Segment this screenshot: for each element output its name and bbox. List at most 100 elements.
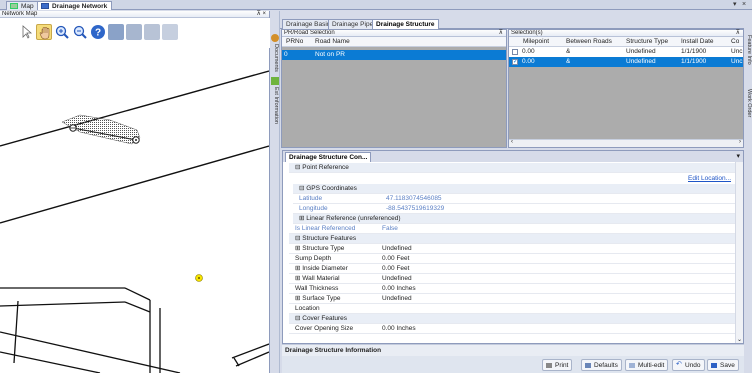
table-row[interactable]: 0.00 & Undefined 1/1/1900 Unc bbox=[509, 57, 743, 67]
undo-icon: ↶ bbox=[676, 361, 682, 368]
install-date-cell: 1/1/1900 bbox=[681, 48, 707, 55]
map-canvas[interactable] bbox=[0, 48, 269, 373]
scroll-left-icon[interactable]: ‹ bbox=[511, 139, 513, 145]
co-cell: Unc bbox=[731, 48, 743, 55]
row-checkbox[interactable] bbox=[512, 59, 518, 65]
network-map-header: Network Map ⊼ × bbox=[0, 11, 269, 18]
scroll-right-icon[interactable]: › bbox=[739, 139, 741, 145]
info-title-bar: Drainage Structure Information bbox=[282, 344, 744, 356]
property-row[interactable]: ⊟ Structure Features bbox=[289, 234, 735, 244]
property-row[interactable]: ⊞ Structure Type Undefined bbox=[289, 244, 735, 254]
print-button[interactable]: Print bbox=[542, 359, 573, 371]
tab-drainage-basin[interactable]: Drainage Basin bbox=[282, 19, 335, 29]
tab-drainage-network[interactable]: Drainage Network bbox=[37, 1, 113, 10]
property-row[interactable]: Sump Depth 0.00 Feet bbox=[289, 254, 735, 264]
properties-tabstrip: Drainage Structure Con... ▾ bbox=[283, 151, 743, 162]
road-network-drawing bbox=[0, 70, 269, 373]
row-checkbox[interactable] bbox=[512, 49, 518, 55]
right-side-tab-strip: Feature Info Work Order bbox=[744, 29, 752, 149]
column-road-name[interactable]: Road Name bbox=[315, 37, 350, 47]
layer-icon-1[interactable] bbox=[108, 24, 124, 40]
table-row[interactable]: 0 Not on PR bbox=[282, 50, 506, 60]
install-date-cell: 1/1/1900 bbox=[681, 58, 707, 65]
pr-road-header: PR/Road Selection ⊼ bbox=[282, 30, 506, 37]
svg-text:?: ? bbox=[95, 28, 101, 39]
side-tab-work-order[interactable]: Work Order bbox=[744, 89, 752, 117]
save-button[interactable]: Save bbox=[707, 359, 739, 371]
structure-type-cell: Undefined bbox=[626, 48, 656, 55]
property-row[interactable]: ⊞ Linear Reference (unreferenced) bbox=[293, 214, 735, 224]
column-between-roads[interactable]: Between Roads bbox=[566, 37, 612, 47]
property-row[interactable]: ⊟ Cover Features bbox=[289, 314, 735, 324]
property-row[interactable]: ⊞ Surface Type Undefined bbox=[289, 294, 735, 304]
property-row[interactable]: ⊞ Wall Material Undefined bbox=[289, 274, 735, 284]
layer-icon-4[interactable] bbox=[162, 24, 178, 40]
pan-hand-icon[interactable] bbox=[36, 24, 52, 40]
property-row[interactable]: Location bbox=[289, 304, 735, 314]
property-row[interactable]: Is Linear Referenced False bbox=[289, 224, 735, 234]
property-row[interactable]: Cover Opening Size 0.00 Inches bbox=[289, 324, 735, 334]
network-map-pane: Network Map ⊼ × ? bbox=[0, 11, 270, 373]
scroll-down-icon[interactable]: ⌄ bbox=[737, 336, 742, 343]
undo-button[interactable]: ↶ Undo bbox=[672, 359, 705, 371]
side-tab-documents[interactable]: Documents bbox=[271, 44, 279, 72]
document-tabstrip: Map Drainage Network ▾ × bbox=[0, 0, 752, 10]
save-icon bbox=[711, 363, 717, 368]
column-install-date[interactable]: Install Date bbox=[681, 37, 714, 47]
side-tab-feature-info[interactable]: Feature Info bbox=[744, 35, 752, 65]
property-row[interactable]: Latitude 47.1183074546085 bbox=[293, 194, 735, 204]
select-arrow-icon[interactable] bbox=[18, 24, 34, 40]
multi-edit-icon bbox=[629, 363, 635, 368]
vertical-scrollbar[interactable]: ⌄ bbox=[735, 162, 743, 343]
pr-road-column-headers: PRNo Road Name bbox=[282, 37, 506, 47]
between-roads-cell: & bbox=[566, 58, 571, 65]
info-title: Drainage Structure Information bbox=[285, 347, 382, 354]
property-row[interactable]: Longitude -88.5437519619329 bbox=[293, 204, 735, 214]
pin-icon[interactable]: ⊼ bbox=[499, 30, 503, 37]
properties-panel: Drainage Structure Con... ▾ ⊟ Point Refe… bbox=[282, 150, 744, 344]
column-prno[interactable]: PRNo bbox=[286, 37, 303, 47]
layer-icon-3[interactable] bbox=[144, 24, 160, 40]
road-name-cell: Not on PR bbox=[315, 51, 345, 58]
property-grid: ⊟ Point Reference Edit Location... ⊟ GPS… bbox=[283, 162, 735, 343]
defaults-icon bbox=[585, 363, 591, 368]
defaults-button[interactable]: Defaults bbox=[581, 359, 622, 371]
tab-drainage-structure-con[interactable]: Drainage Structure Con... bbox=[285, 152, 372, 162]
milepoint-cell: 0.00 bbox=[522, 48, 535, 55]
selections-header: Selection(s) ⊼ bbox=[509, 30, 743, 37]
pin-icon[interactable]: ⊼ bbox=[736, 30, 740, 37]
column-structure-type[interactable]: Structure Type bbox=[626, 37, 668, 47]
side-tab-ext-information[interactable]: Ext Information bbox=[271, 87, 279, 124]
column-milepoint[interactable]: Milepoint bbox=[523, 37, 549, 47]
tab-drainage-pipe[interactable]: Drainage Pipe bbox=[328, 19, 378, 29]
zoom-in-icon[interactable] bbox=[54, 24, 70, 40]
pr-road-grid: 0 Not on PR bbox=[282, 47, 506, 147]
between-roads-cell: & bbox=[566, 48, 571, 55]
tab-map[interactable]: Map bbox=[6, 1, 39, 10]
property-row[interactable]: Wall Thickness 0.00 Inches bbox=[289, 284, 735, 294]
column-co[interactable]: Co bbox=[731, 37, 739, 47]
help-icon[interactable]: ? bbox=[90, 24, 106, 40]
edit-location-link[interactable]: Edit Location... bbox=[688, 175, 731, 182]
close-document-icon[interactable]: × bbox=[742, 0, 746, 10]
printer-icon bbox=[546, 363, 552, 368]
selection-grid: 0.00 & Undefined 1/1/1900 Unc 0.00 & Und… bbox=[509, 47, 743, 139]
table-row[interactable]: 0.00 & Undefined 1/1/1900 Unc bbox=[509, 47, 743, 57]
tab-list-dropdown-icon[interactable]: ▾ bbox=[733, 0, 737, 10]
properties-dropdown-icon[interactable]: ▾ bbox=[736, 152, 740, 160]
map-icon bbox=[10, 3, 18, 9]
property-row[interactable]: ⊞ Inside Diameter 0.00 Feet bbox=[289, 264, 735, 274]
property-row[interactable]: ⊟ Point Reference bbox=[289, 163, 735, 173]
feature-tabstrip: Drainage Basin Drainage Pipe Drainage St… bbox=[280, 18, 744, 29]
zoom-out-icon[interactable] bbox=[72, 24, 88, 40]
structure-type-cell: Undefined bbox=[626, 58, 656, 65]
layer-icon-2[interactable] bbox=[126, 24, 142, 40]
map-toolbar: ? bbox=[0, 18, 270, 48]
prno-cell: 0 bbox=[284, 51, 288, 58]
multi-edit-button[interactable]: Multi-edit bbox=[625, 359, 669, 371]
network-icon bbox=[41, 3, 49, 9]
horizontal-scrollbar[interactable]: ‹ › bbox=[509, 139, 743, 147]
tab-drainage-structure[interactable]: Drainage Structure bbox=[372, 19, 439, 29]
property-row[interactable]: ⊟ GPS Coordinates bbox=[293, 184, 735, 194]
pin-close-icon[interactable]: ⊼ × bbox=[256, 11, 266, 18]
